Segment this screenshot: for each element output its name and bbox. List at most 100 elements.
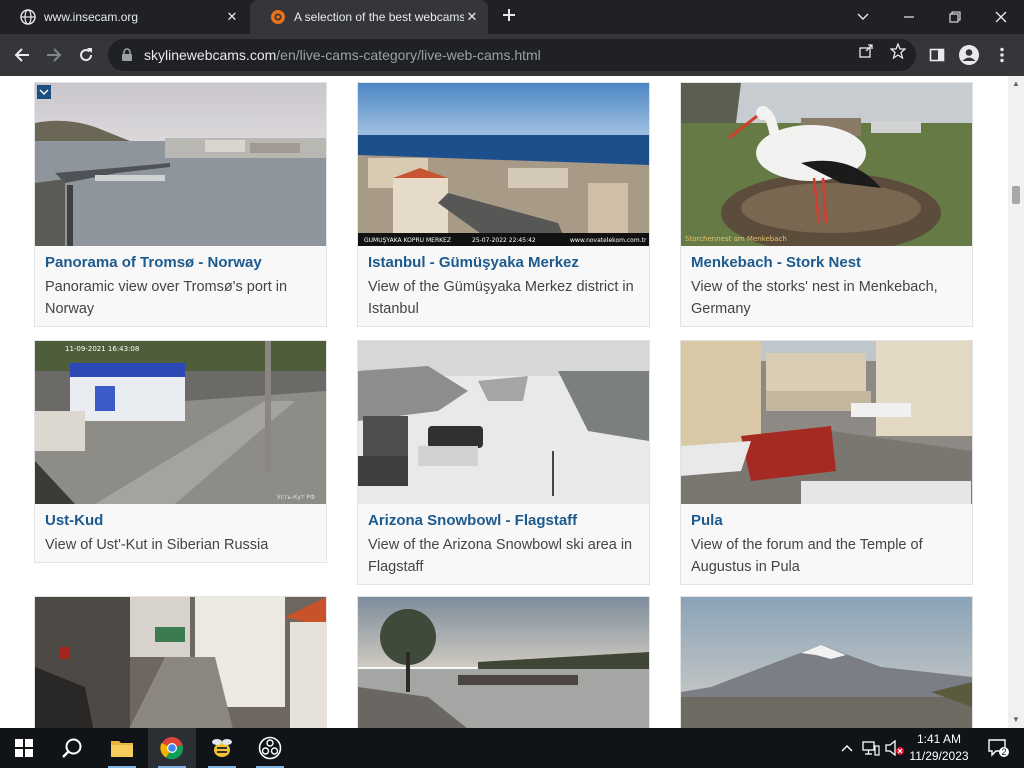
webcam-description: View of the Arizona Snowbowl ski area in… xyxy=(368,537,633,575)
new-tab-button[interactable] xyxy=(498,6,520,28)
webcam-thumbnail[interactable]: 11-09-2021 16:43:08 Усть-Кут РФ xyxy=(35,341,326,504)
webcam-thumbnail[interactable] xyxy=(358,597,649,728)
side-panel-button[interactable] xyxy=(925,43,949,67)
tab-title: www.insecam.org xyxy=(44,10,139,24)
minimize-button[interactable] xyxy=(886,0,932,34)
notification-count: 2 xyxy=(1001,747,1007,757)
webcam-card-arizona-snowbowl[interactable]: Arizona Snowbowl - Flagstaff View of the… xyxy=(357,340,650,585)
network-icon xyxy=(862,741,880,756)
webcam-thumbnail[interactable] xyxy=(681,597,972,728)
close-tab-icon[interactable]: ✕ xyxy=(224,9,240,25)
bookmark-button[interactable] xyxy=(887,40,909,62)
webcam-card-istanbul[interactable]: GUMUŞYAKA KOPRU MERKEZ 25-07-2022 22:45:… xyxy=(357,82,650,327)
webcam-card-menkebach[interactable]: Storchennest am Menkebach Menkebach - St… xyxy=(680,82,973,327)
reload-button[interactable] xyxy=(74,43,98,67)
webcam-title[interactable]: Panorama of Tromsø - Norway xyxy=(45,254,316,272)
side-panel-icon xyxy=(929,48,945,62)
webcam-card-ust-kud[interactable]: 11-09-2021 16:43:08 Усть-Кут РФ Ust-Kud … xyxy=(34,340,327,563)
webcam-card-river[interactable] xyxy=(357,596,650,728)
close-tab-icon[interactable]: ✕ xyxy=(464,9,480,25)
arrow-right-icon xyxy=(47,48,62,62)
volume-button[interactable] xyxy=(884,728,906,768)
windows-taskbar: 1:41 AM 11/29/2023 2 xyxy=(0,728,1024,768)
network-button[interactable] xyxy=(860,728,882,768)
taskbar-clock[interactable]: 1:41 AM 11/29/2023 xyxy=(906,731,972,765)
webcam-thumbnail[interactable] xyxy=(358,341,649,504)
forward-button[interactable] xyxy=(42,43,66,67)
reload-icon xyxy=(80,48,93,62)
webcam-thumbnail[interactable]: Storchennest am Menkebach xyxy=(681,83,972,246)
webcam-description: View of the storks' nest in Menkebach, G… xyxy=(691,279,938,317)
profile-button[interactable] xyxy=(957,43,981,67)
webcam-description: View of the Gümüşyaka Merkez district in… xyxy=(368,279,634,317)
webcam-description: View of Ust'-Kut in Siberian Russia xyxy=(45,537,269,553)
tab-strip: www.insecam.org ✕ A selection of the bes… xyxy=(0,0,1024,34)
skyline-favicon-icon xyxy=(270,9,286,25)
arrow-left-icon xyxy=(14,48,29,62)
scrollbar-thumb[interactable] xyxy=(1012,186,1020,204)
folder-icon xyxy=(111,741,133,757)
search-icon xyxy=(62,738,82,758)
search-button[interactable] xyxy=(48,728,96,768)
chevron-up-icon xyxy=(841,745,853,752)
chrome-icon xyxy=(160,737,184,760)
tab-skylinewebcams[interactable]: A selection of the best webcams ✕ xyxy=(250,0,488,34)
webcam-card-tromso[interactable]: Panorama of Tromsø - Norway Panoramic vi… xyxy=(34,82,327,327)
webcam-thumbnail[interactable] xyxy=(35,597,326,728)
webcam-overlay-text: 11-09-2021 16:43:08 xyxy=(65,345,139,353)
obs-icon xyxy=(258,736,282,760)
show-hidden-icons-button[interactable] xyxy=(836,728,858,768)
action-center-button[interactable]: 2 xyxy=(978,728,1018,768)
webcam-description: Panoramic view over Tromsø's port in Nor… xyxy=(45,279,288,317)
webcam-grid: Panorama of Tromsø - Norway Panoramic vi… xyxy=(0,76,1008,728)
tab-title: A selection of the best webcams xyxy=(294,10,464,24)
back-button[interactable] xyxy=(10,43,34,67)
page-scrollbar[interactable]: ▲ ▼ xyxy=(1008,76,1024,728)
webcam-thumbnail[interactable]: GUMUŞYAKA KOPRU MERKEZ 25-07-2022 22:45:… xyxy=(358,83,649,246)
star-icon xyxy=(890,43,906,59)
lock-icon xyxy=(122,48,132,61)
chevron-down-icon[interactable] xyxy=(37,85,51,99)
webcam-overlay-text: GUMUŞYAKA KOPRU MERKEZ xyxy=(364,237,451,244)
webcam-thumbnail[interactable] xyxy=(35,83,326,246)
address-bar[interactable]: skylinewebcams.com/en/live-cams-category… xyxy=(108,39,916,71)
tab-insecam[interactable]: www.insecam.org ✕ xyxy=(0,0,248,34)
windows-logo-icon xyxy=(15,739,33,757)
close-icon xyxy=(995,11,1007,23)
share-button[interactable] xyxy=(855,40,877,62)
webcam-overlay-text: www.novatelekom.com.tr xyxy=(570,237,647,244)
speaker-muted-icon xyxy=(885,740,904,756)
webcam-overlay-text: 25-07-2022 22:45:42 xyxy=(472,237,536,244)
avatar-icon xyxy=(959,45,979,65)
scroll-up-icon[interactable]: ▲ xyxy=(1011,79,1021,89)
webcam-overlay-text: Storchennest am Menkebach xyxy=(685,235,787,243)
webcam-title[interactable]: Pula xyxy=(691,512,962,530)
webcam-title[interactable]: Ust-Kud xyxy=(45,512,316,530)
webcam-card-pula[interactable]: Pula View of the forum and the Temple of… xyxy=(680,340,973,585)
file-explorer-button[interactable] xyxy=(98,728,146,768)
restore-button[interactable] xyxy=(932,0,978,34)
plus-icon xyxy=(503,9,515,21)
webcam-card-street[interactable] xyxy=(34,596,327,728)
clock-date: 11/29/2023 xyxy=(909,749,969,763)
clock-time: 1:41 AM xyxy=(916,732,962,746)
minimize-icon xyxy=(904,16,914,18)
webcam-title[interactable]: Istanbul - Gümüşyaka Merkez xyxy=(368,254,639,272)
webcam-thumbnail[interactable] xyxy=(681,341,972,504)
chrome-button[interactable] xyxy=(148,728,196,768)
more-vert-icon xyxy=(1000,47,1004,63)
share-icon xyxy=(859,44,873,58)
tab-search-button[interactable] xyxy=(840,0,886,34)
webcam-title[interactable]: Menkebach - Stork Nest xyxy=(691,254,962,272)
obs-button[interactable] xyxy=(246,728,294,768)
bee-app-button[interactable] xyxy=(198,728,246,768)
url-text: skylinewebcams.com/en/live-cams-category… xyxy=(144,47,541,63)
start-button[interactable] xyxy=(0,728,48,768)
menu-button[interactable] xyxy=(990,43,1014,67)
close-window-button[interactable] xyxy=(978,0,1024,34)
url-path: /en/live-cams-category/live-web-cams.htm… xyxy=(276,47,541,63)
webcam-title[interactable]: Arizona Snowbowl - Flagstaff xyxy=(368,512,639,530)
webcam-description: View of the forum and the Temple of Augu… xyxy=(691,537,923,575)
webcam-card-mountain[interactable] xyxy=(680,596,973,728)
scroll-down-icon[interactable]: ▼ xyxy=(1011,715,1021,725)
